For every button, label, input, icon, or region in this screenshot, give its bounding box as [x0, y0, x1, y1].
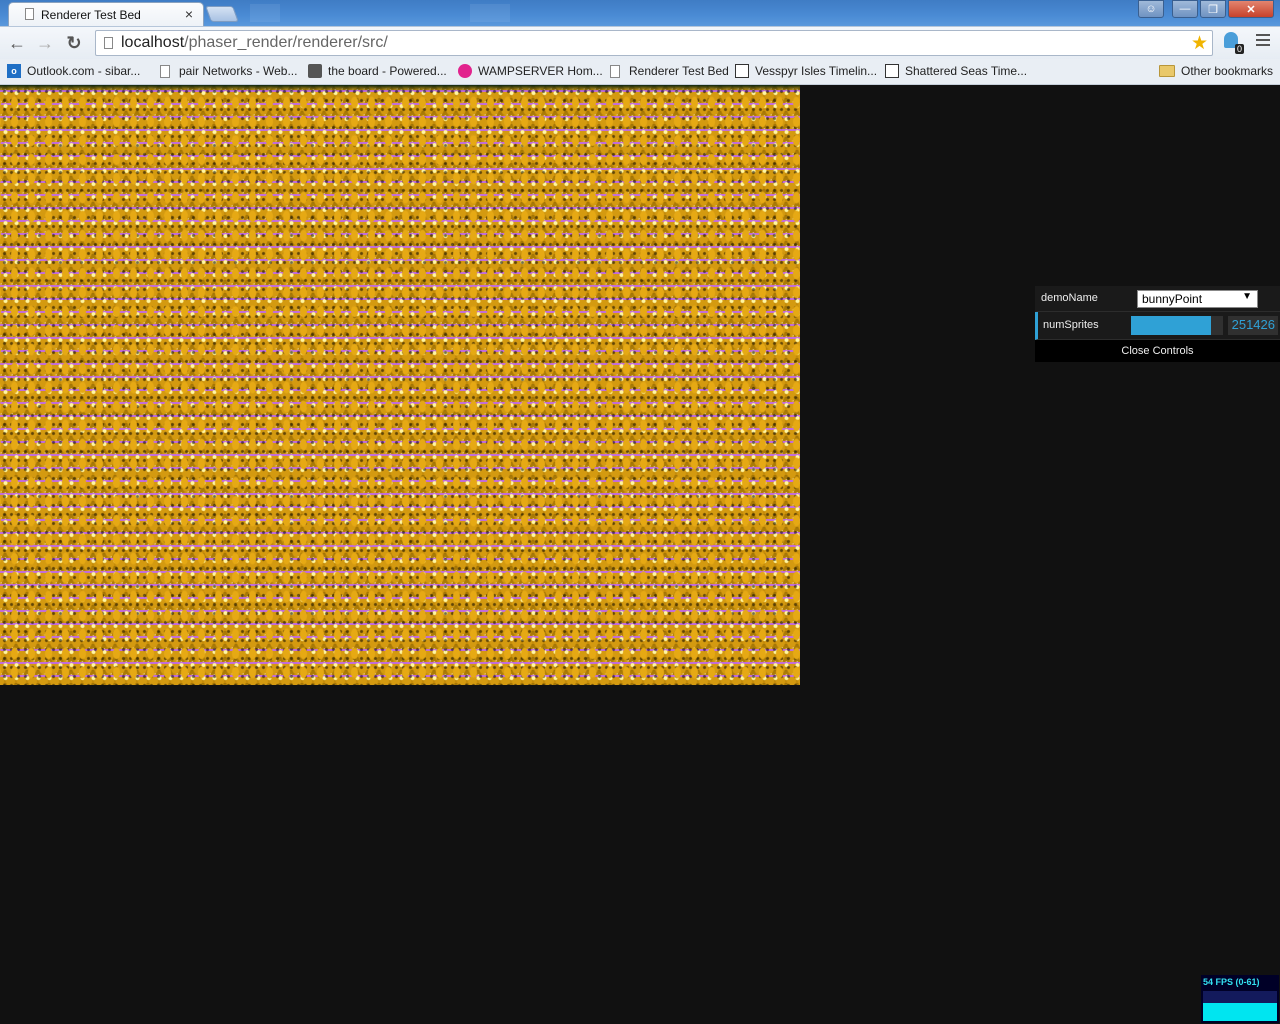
other-bookmarks-label: Other bookmarks: [1181, 64, 1274, 78]
browser-toolbar: ← → ↻ localhost/phaser_render/renderer/s…: [0, 26, 1280, 60]
wamp-icon: [458, 64, 472, 78]
page-icon: [104, 37, 113, 49]
sprite-texture: [0, 85, 800, 685]
bookmark-label: Outlook.com - sibar...: [27, 64, 141, 78]
url-text: localhost/phaser_render/renderer/src/: [121, 34, 388, 52]
num-sprites-label: numSprites: [1043, 319, 1099, 331]
bookmark-renderer-test-bed[interactable]: Renderer Test Bed: [610, 62, 729, 80]
new-tab-button[interactable]: [205, 6, 239, 22]
bookmark-pair-networks[interactable]: pair Networks - Web...: [160, 62, 297, 80]
board-icon: [308, 64, 322, 78]
num-sprites-slider[interactable]: [1131, 316, 1223, 335]
bookmark-label: Shattered Seas Time...: [905, 64, 1028, 78]
fps-meter: 54 FPS (0-61): [1201, 975, 1279, 1023]
canvas-edge: [0, 85, 800, 91]
demo-name-label: demoName: [1041, 292, 1098, 304]
bookmark-label: Renderer Test Bed: [629, 64, 729, 78]
fps-text: 54 FPS (0-61): [1203, 977, 1260, 987]
page-icon: [25, 8, 34, 20]
reload-button[interactable]: ↻: [63, 32, 85, 54]
menu-icon[interactable]: [1256, 34, 1270, 49]
bookmark-wampserver[interactable]: WAMPSERVER Hom...: [458, 62, 603, 80]
demo-name-select[interactable]: bunnyPoint ▼: [1137, 290, 1258, 308]
clock-icon: [735, 64, 749, 78]
slider-fill: [1131, 316, 1212, 335]
window-title-bar: Renderer Test Bed × ☺ — ❐ ✕: [0, 0, 1280, 26]
demo-name-row: demoName bunnyPoint ▼: [1035, 286, 1280, 312]
clock-icon: [885, 64, 899, 78]
folder-icon: [1159, 65, 1175, 77]
url-path: /phaser_render/renderer/src/: [184, 34, 388, 51]
url-host: localhost: [121, 34, 185, 51]
bookmark-label: Vesspyr Isles Timelin...: [755, 64, 878, 78]
outlook-icon: o: [7, 64, 21, 78]
restore-button[interactable]: ❐: [1200, 0, 1226, 18]
tab-title: Renderer Test Bed: [41, 8, 141, 22]
bookmark-the-board[interactable]: the board - Powered...: [308, 62, 447, 80]
controls-panel: demoName bunnyPoint ▼ numSprites 251426 …: [1035, 286, 1280, 362]
tab-close-icon[interactable]: ×: [185, 6, 193, 22]
close-controls-button[interactable]: Close Controls: [1035, 340, 1280, 362]
fps-bar: [1203, 1003, 1277, 1021]
extension-badge: 0: [1234, 44, 1244, 54]
extension-ghost-icon[interactable]: 0: [1222, 32, 1244, 54]
profile-icon[interactable]: ☺: [1138, 0, 1164, 18]
window-controls: ☺ — ❐ ✕: [1138, 0, 1274, 19]
num-sprites-input[interactable]: 251426: [1228, 316, 1278, 335]
other-bookmarks[interactable]: Other bookmarks: [1159, 62, 1273, 80]
bookmark-vesspyr-isles[interactable]: Vesspyr Isles Timelin...: [735, 62, 877, 80]
desktop-bleed: [470, 4, 510, 22]
bookmark-star-icon[interactable]: ★: [1191, 32, 1208, 55]
bookmark-label: the board - Powered...: [328, 64, 447, 78]
num-sprites-row: numSprites 251426: [1035, 312, 1280, 340]
dropdown-arrow-icon: ▼: [1242, 291, 1252, 302]
bookmark-shattered-seas[interactable]: Shattered Seas Time...: [885, 62, 1027, 80]
bookmark-label: pair Networks - Web...: [179, 64, 298, 78]
bookmarks-bar: o Outlook.com - sibar... pair Networks -…: [0, 59, 1280, 85]
forward-button[interactable]: →: [34, 32, 56, 54]
desktop-bleed: [250, 4, 280, 22]
minimize-button[interactable]: —: [1172, 0, 1198, 18]
window-close-button[interactable]: ✕: [1228, 0, 1274, 18]
demo-name-value: bunnyPoint: [1142, 292, 1203, 306]
page-icon: [160, 64, 170, 78]
browser-tab[interactable]: Renderer Test Bed ×: [8, 2, 204, 26]
bookmark-label: WAMPSERVER Hom...: [478, 64, 603, 78]
bookmark-outlook[interactable]: o Outlook.com - sibar...: [7, 62, 140, 80]
render-canvas[interactable]: [0, 85, 800, 685]
fps-graph: [1203, 991, 1277, 1021]
address-bar[interactable]: localhost/phaser_render/renderer/src/ ★: [95, 30, 1213, 56]
back-button[interactable]: ←: [6, 32, 28, 54]
page-icon: [610, 64, 620, 78]
